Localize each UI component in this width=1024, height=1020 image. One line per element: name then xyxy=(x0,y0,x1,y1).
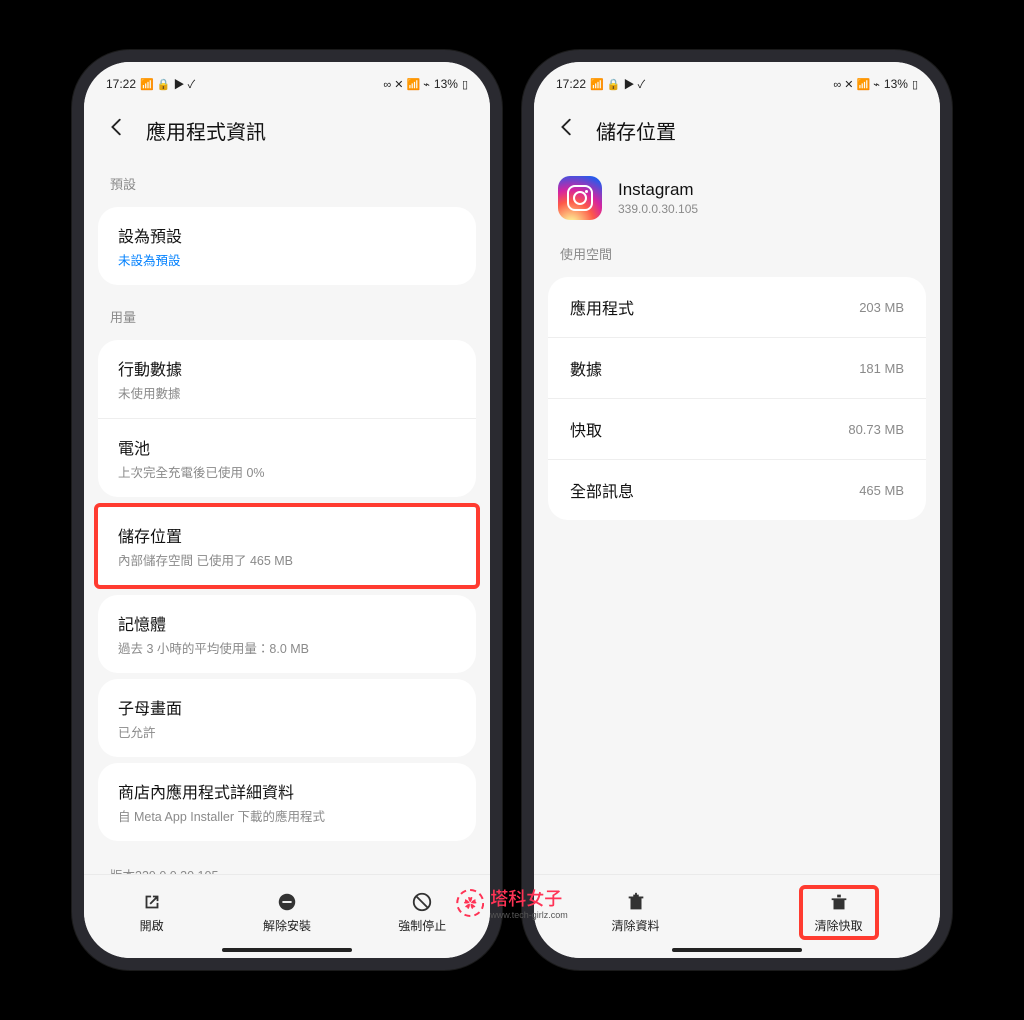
back-button[interactable] xyxy=(552,112,582,148)
kv-key: 數據 xyxy=(570,356,602,380)
row-memory[interactable]: 記憶體 過去 3 小時的平均使用量：8.0 MB xyxy=(98,595,476,673)
kv-val: 203 MB xyxy=(859,300,904,315)
back-button[interactable] xyxy=(102,112,132,148)
row-title: 商店內應用程式詳細資料 xyxy=(118,779,456,803)
phone-right: 17:22 📶 🔒 ▶ ✓ ∞ ✕ 📶 ⌁ 13% ▯ 儲存位置 Insta xyxy=(522,50,952,970)
page-title: 儲存位置 xyxy=(596,116,676,145)
kv-val: 465 MB xyxy=(859,483,904,498)
section-space-label: 使用空間 xyxy=(534,228,940,271)
bottom-actions-right: 清除資料 清除快取 xyxy=(534,874,940,958)
action-label: 清除快取 xyxy=(814,917,862,934)
action-uninstall[interactable]: 解除安裝 xyxy=(247,885,327,940)
row-data-size[interactable]: 數據 181 MB xyxy=(548,338,926,399)
status-time: 17:22 xyxy=(556,77,586,91)
page-header: 儲存位置 xyxy=(534,98,940,158)
action-label: 清除資料 xyxy=(611,917,659,934)
card-usage-2: 記憶體 過去 3 小時的平均使用量：8.0 MB xyxy=(98,595,476,673)
row-cache-size[interactable]: 快取 80.73 MB xyxy=(548,399,926,460)
card-space: 應用程式 203 MB 數據 181 MB 快取 80.73 MB 全部訊息 4… xyxy=(548,277,926,520)
row-battery[interactable]: 電池 上次完全充電後已使用 0% xyxy=(98,419,476,497)
version-text: 版本339.0.0.30.105 xyxy=(84,847,490,874)
page-title: 應用程式資訊 xyxy=(146,116,266,145)
content-left[interactable]: 預設 設為預設 未設為預設 用量 行動數據 未使用數據 電池 上次完全充電後已使… xyxy=(84,158,490,874)
gesture-bar[interactable] xyxy=(672,948,802,952)
action-open[interactable]: 開啟 xyxy=(112,885,192,940)
section-default-label: 預設 xyxy=(84,158,490,201)
instagram-glyph xyxy=(567,185,593,211)
clear-cache-icon xyxy=(828,891,850,913)
row-mobile-data[interactable]: 行動數據 未使用數據 xyxy=(98,340,476,419)
screen-right: 17:22 📶 🔒 ▶ ✓ ∞ ✕ 📶 ⌁ 13% ▯ 儲存位置 Insta xyxy=(534,62,940,958)
row-set-default[interactable]: 設為預設 未設為預設 xyxy=(98,207,476,285)
screen-left: 17:22 📶 🔒 ▶ ✓ ∞ ✕ 📶 ⌁ 13% ▯ 應用程式資訊 預設 設為… xyxy=(84,62,490,958)
row-app-size[interactable]: 應用程式 203 MB xyxy=(548,277,926,338)
kv-val: 80.73 MB xyxy=(848,422,904,437)
watermark-logo-icon: ✿ xyxy=(456,889,484,917)
bottom-actions-left: 開啟 解除安裝 強制停止 xyxy=(84,874,490,958)
row-total-size[interactable]: 全部訊息 465 MB xyxy=(548,460,926,520)
row-title: 設為預設 xyxy=(118,223,456,247)
instagram-icon xyxy=(558,176,602,220)
open-icon xyxy=(141,891,163,913)
section-usage-label: 用量 xyxy=(84,291,490,334)
app-version: 339.0.0.30.105 xyxy=(618,202,698,216)
card-store: 商店內應用程式詳細資料 自 Meta App Installer 下載的應用程式 xyxy=(98,763,476,841)
status-time: 17:22 xyxy=(106,77,136,91)
row-storage[interactable]: 儲存位置 內部儲存空間 已使用了 465 MB xyxy=(98,507,476,585)
content-right[interactable]: Instagram 339.0.0.30.105 使用空間 應用程式 203 M… xyxy=(534,158,940,874)
row-sub: 過去 3 小時的平均使用量：8.0 MB xyxy=(118,638,456,657)
row-title: 儲存位置 xyxy=(118,523,456,547)
kv-key: 應用程式 xyxy=(570,295,634,319)
battery-icon: ▯ xyxy=(912,78,918,91)
status-battery: 13% xyxy=(434,77,458,91)
card-usage: 行動數據 未使用數據 電池 上次完全充電後已使用 0% xyxy=(98,340,476,497)
action-label: 強制停止 xyxy=(398,917,446,934)
row-title: 電池 xyxy=(118,435,456,459)
row-sub: 未使用數據 xyxy=(118,383,456,402)
battery-icon: ▯ xyxy=(462,78,468,91)
card-pip: 子母畫面 已允許 xyxy=(98,679,476,757)
phone-left: 17:22 📶 🔒 ▶ ✓ ∞ ✕ 📶 ⌁ 13% ▯ 應用程式資訊 預設 設為… xyxy=(72,50,502,970)
watermark-text: 塔科女子 xyxy=(490,889,562,909)
gesture-bar[interactable] xyxy=(222,948,352,952)
highlight-storage: 儲存位置 內部儲存空間 已使用了 465 MB xyxy=(94,503,480,589)
kv-key: 全部訊息 xyxy=(570,478,634,502)
chevron-left-icon xyxy=(556,116,578,138)
row-sub: 上次完全充電後已使用 0% xyxy=(118,462,456,481)
action-label: 解除安裝 xyxy=(263,917,311,934)
action-clear-cache[interactable]: 清除快取 xyxy=(799,885,879,940)
status-icons-left: 📶 🔒 ▶ ✓ xyxy=(140,76,195,92)
status-battery: 13% xyxy=(884,77,908,91)
status-icons-left: 📶 🔒 ▶ ✓ xyxy=(590,76,645,92)
row-title: 行動數據 xyxy=(118,356,456,380)
action-force-stop[interactable]: 強制停止 xyxy=(382,885,462,940)
row-sub: 自 Meta App Installer 下載的應用程式 xyxy=(118,806,456,825)
app-name: Instagram xyxy=(618,180,698,200)
status-icons-right: ∞ ✕ 📶 ⌁ xyxy=(383,78,430,91)
row-title: 子母畫面 xyxy=(118,695,456,719)
uninstall-icon xyxy=(276,891,298,913)
row-pip[interactable]: 子母畫面 已允許 xyxy=(98,679,476,757)
app-header: Instagram 339.0.0.30.105 xyxy=(534,158,940,228)
clear-data-icon xyxy=(625,891,647,913)
status-bar: 17:22 📶 🔒 ▶ ✓ ∞ ✕ 📶 ⌁ 13% ▯ xyxy=(84,62,490,98)
status-icons-right: ∞ ✕ 📶 ⌁ xyxy=(833,78,880,91)
row-store-detail[interactable]: 商店內應用程式詳細資料 自 Meta App Installer 下載的應用程式 xyxy=(98,763,476,841)
watermark-sub: www.tech-girlz.com xyxy=(490,911,568,920)
status-bar: 17:22 📶 🔒 ▶ ✓ ∞ ✕ 📶 ⌁ 13% ▯ xyxy=(534,62,940,98)
kv-val: 181 MB xyxy=(859,361,904,376)
card-default: 設為預設 未設為預設 xyxy=(98,207,476,285)
row-title: 記憶體 xyxy=(118,611,456,635)
action-label: 開啟 xyxy=(140,917,164,934)
row-sub: 未設為預設 xyxy=(118,250,456,269)
action-clear-data[interactable]: 清除資料 xyxy=(596,885,676,940)
card-storage: 儲存位置 內部儲存空間 已使用了 465 MB xyxy=(98,507,476,585)
force-stop-icon xyxy=(411,891,433,913)
row-sub: 已允許 xyxy=(118,722,456,741)
kv-key: 快取 xyxy=(570,417,602,441)
chevron-left-icon xyxy=(106,116,128,138)
row-sub: 內部儲存空間 已使用了 465 MB xyxy=(118,550,456,569)
watermark: ✿ 塔科女子 www.tech-girlz.com xyxy=(456,885,568,920)
page-header: 應用程式資訊 xyxy=(84,98,490,158)
